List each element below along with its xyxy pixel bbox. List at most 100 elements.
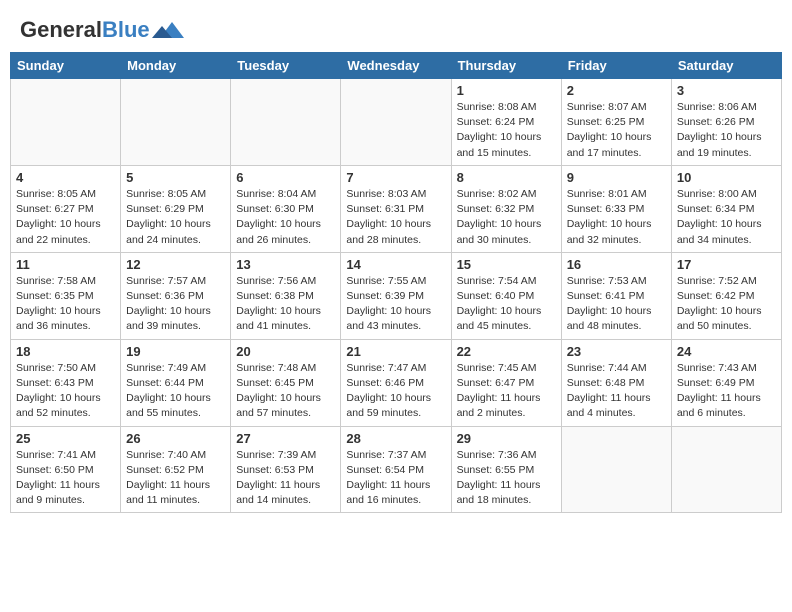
calendar-week-row: 11Sunrise: 7:58 AMSunset: 6:35 PMDayligh…	[11, 252, 782, 339]
day-header-saturday: Saturday	[671, 53, 781, 79]
calendar-cell: 21 Sunrise: 7:47 AMSunset: 6:46 PMDayligh…	[341, 339, 451, 426]
calendar-cell	[121, 79, 231, 166]
day-info: Sunrise: 7:40 AMSunset: 6:52 PMDaylight:…	[126, 448, 225, 509]
calendar-table: SundayMondayTuesdayWednesdayThursdayFrid…	[10, 52, 782, 513]
day-number: 1	[457, 83, 556, 98]
day-info: Sunrise: 8:05 AMSunset: 6:27 PMDaylight:…	[16, 187, 115, 248]
day-number: 9	[567, 170, 666, 185]
logo: GeneralBlue	[20, 18, 184, 42]
day-info: Sunrise: 8:00 AMSunset: 6:34 PMDaylight:…	[677, 187, 776, 248]
calendar-cell: 22 Sunrise: 7:45 AMSunset: 6:47 PMDayligh…	[451, 339, 561, 426]
day-info: Sunrise: 7:54 AMSunset: 6:40 PMDaylight:…	[457, 274, 556, 335]
day-info: Sunrise: 8:05 AMSunset: 6:29 PMDaylight:…	[126, 187, 225, 248]
day-number: 24	[677, 344, 776, 359]
day-info: Sunrise: 7:36 AMSunset: 6:55 PMDaylight:…	[457, 448, 556, 509]
calendar-cell: 4 Sunrise: 8:05 AMSunset: 6:27 PMDaylight…	[11, 165, 121, 252]
day-number: 19	[126, 344, 225, 359]
header: GeneralBlue	[10, 10, 782, 48]
calendar-cell: 5 Sunrise: 8:05 AMSunset: 6:29 PMDaylight…	[121, 165, 231, 252]
calendar-cell: 7 Sunrise: 8:03 AMSunset: 6:31 PMDaylight…	[341, 165, 451, 252]
calendar-cell: 13 Sunrise: 7:56 AMSunset: 6:38 PMDayligh…	[231, 252, 341, 339]
day-number: 27	[236, 431, 335, 446]
day-number: 8	[457, 170, 556, 185]
day-info: Sunrise: 8:03 AMSunset: 6:31 PMDaylight:…	[346, 187, 445, 248]
calendar-body: 1Sunrise: 8:08 AMSunset: 6:24 PMDaylight…	[11, 79, 782, 513]
calendar-cell: 2 Sunrise: 8:07 AMSunset: 6:25 PMDaylight…	[561, 79, 671, 166]
calendar-cell: 24 Sunrise: 7:43 AMSunset: 6:49 PMDayligh…	[671, 339, 781, 426]
day-number: 13	[236, 257, 335, 272]
day-header-monday: Monday	[121, 53, 231, 79]
calendar-cell: 25 Sunrise: 7:41 AMSunset: 6:50 PMDayligh…	[11, 426, 121, 513]
calendar-cell: 6Sunrise: 8:04 AMSunset: 6:30 PMDaylight…	[231, 165, 341, 252]
day-number: 3	[677, 83, 776, 98]
day-number: 17	[677, 257, 776, 272]
day-number: 20	[236, 344, 335, 359]
day-info: Sunrise: 7:45 AMSunset: 6:47 PMDaylight:…	[457, 361, 556, 422]
day-info: Sunrise: 8:02 AMSunset: 6:32 PMDaylight:…	[457, 187, 556, 248]
day-info: Sunrise: 7:50 AMSunset: 6:43 PMDaylight:…	[16, 361, 115, 422]
day-number: 15	[457, 257, 556, 272]
calendar-cell: 23 Sunrise: 7:44 AMSunset: 6:48 PMDayligh…	[561, 339, 671, 426]
day-number: 21	[346, 344, 445, 359]
calendar-cell: 29 Sunrise: 7:36 AMSunset: 6:55 PMDayligh…	[451, 426, 561, 513]
calendar-cell: 17 Sunrise: 7:52 AMSunset: 6:42 PMDayligh…	[671, 252, 781, 339]
day-info: Sunrise: 7:55 AMSunset: 6:39 PMDaylight:…	[346, 274, 445, 335]
calendar-cell: 18 Sunrise: 7:50 AMSunset: 6:43 PMDayligh…	[11, 339, 121, 426]
day-info: Sunrise: 7:39 AMSunset: 6:53 PMDaylight:…	[236, 448, 335, 509]
day-info: Sunrise: 7:43 AMSunset: 6:49 PMDaylight:…	[677, 361, 776, 422]
day-info: Sunrise: 8:01 AMSunset: 6:33 PMDaylight:…	[567, 187, 666, 248]
day-info: Sunrise: 7:47 AMSunset: 6:46 PMDaylight:…	[346, 361, 445, 422]
day-info: Sunrise: 7:52 AMSunset: 6:42 PMDaylight:…	[677, 274, 776, 335]
calendar-cell	[561, 426, 671, 513]
logo-icon	[152, 20, 184, 42]
calendar-week-row: 18 Sunrise: 7:50 AMSunset: 6:43 PMDayligh…	[11, 339, 782, 426]
calendar-cell: 1Sunrise: 8:08 AMSunset: 6:24 PMDaylight…	[451, 79, 561, 166]
calendar-cell: 3 Sunrise: 8:06 AMSunset: 6:26 PMDaylight…	[671, 79, 781, 166]
day-number: 2	[567, 83, 666, 98]
calendar-cell	[341, 79, 451, 166]
day-number: 16	[567, 257, 666, 272]
day-number: 29	[457, 431, 556, 446]
calendar-header-row: SundayMondayTuesdayWednesdayThursdayFrid…	[11, 53, 782, 79]
calendar-cell: 19 Sunrise: 7:49 AMSunset: 6:44 PMDayligh…	[121, 339, 231, 426]
day-number: 7	[346, 170, 445, 185]
calendar-cell: 12Sunrise: 7:57 AMSunset: 6:36 PMDayligh…	[121, 252, 231, 339]
calendar-cell: 16Sunrise: 7:53 AMSunset: 6:41 PMDayligh…	[561, 252, 671, 339]
logo-text: GeneralBlue	[20, 19, 150, 41]
day-info: Sunrise: 7:41 AMSunset: 6:50 PMDaylight:…	[16, 448, 115, 509]
day-info: Sunrise: 7:58 AMSunset: 6:35 PMDaylight:…	[16, 274, 115, 335]
day-info: Sunrise: 7:44 AMSunset: 6:48 PMDaylight:…	[567, 361, 666, 422]
day-header-wednesday: Wednesday	[341, 53, 451, 79]
day-header-sunday: Sunday	[11, 53, 121, 79]
day-info: Sunrise: 8:07 AMSunset: 6:25 PMDaylight:…	[567, 100, 666, 161]
day-info: Sunrise: 7:56 AMSunset: 6:38 PMDaylight:…	[236, 274, 335, 335]
day-number: 4	[16, 170, 115, 185]
day-info: Sunrise: 7:49 AMSunset: 6:44 PMDaylight:…	[126, 361, 225, 422]
day-number: 25	[16, 431, 115, 446]
calendar-week-row: 25 Sunrise: 7:41 AMSunset: 6:50 PMDayligh…	[11, 426, 782, 513]
day-info: Sunrise: 8:06 AMSunset: 6:26 PMDaylight:…	[677, 100, 776, 161]
calendar-cell	[231, 79, 341, 166]
day-number: 12	[126, 257, 225, 272]
day-header-tuesday: Tuesday	[231, 53, 341, 79]
day-number: 22	[457, 344, 556, 359]
day-info: Sunrise: 8:04 AMSunset: 6:30 PMDaylight:…	[236, 187, 335, 248]
calendar-cell	[11, 79, 121, 166]
day-number: 28	[346, 431, 445, 446]
calendar-cell: 10 Sunrise: 8:00 AMSunset: 6:34 PMDayligh…	[671, 165, 781, 252]
calendar-cell: 27 Sunrise: 7:39 AMSunset: 6:53 PMDayligh…	[231, 426, 341, 513]
day-info: Sunrise: 7:37 AMSunset: 6:54 PMDaylight:…	[346, 448, 445, 509]
day-number: 23	[567, 344, 666, 359]
day-info: Sunrise: 7:48 AMSunset: 6:45 PMDaylight:…	[236, 361, 335, 422]
day-number: 5	[126, 170, 225, 185]
calendar-week-row: 4 Sunrise: 8:05 AMSunset: 6:27 PMDaylight…	[11, 165, 782, 252]
calendar-cell: 8 Sunrise: 8:02 AMSunset: 6:32 PMDaylight…	[451, 165, 561, 252]
calendar-cell: 15 Sunrise: 7:54 AMSunset: 6:40 PMDayligh…	[451, 252, 561, 339]
calendar-cell: 28 Sunrise: 7:37 AMSunset: 6:54 PMDayligh…	[341, 426, 451, 513]
day-number: 18	[16, 344, 115, 359]
day-number: 10	[677, 170, 776, 185]
day-number: 26	[126, 431, 225, 446]
calendar-cell: 14Sunrise: 7:55 AMSunset: 6:39 PMDayligh…	[341, 252, 451, 339]
calendar-cell: 20 Sunrise: 7:48 AMSunset: 6:45 PMDayligh…	[231, 339, 341, 426]
day-header-friday: Friday	[561, 53, 671, 79]
